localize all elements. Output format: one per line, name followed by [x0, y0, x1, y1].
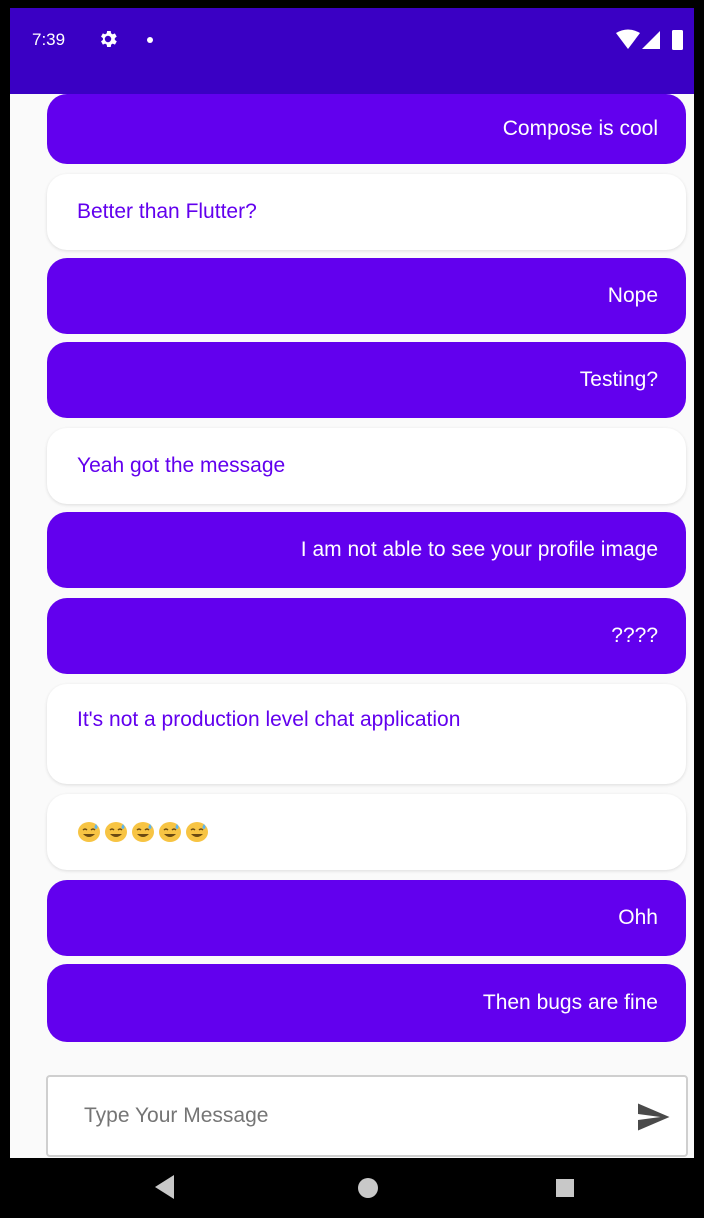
- message-bubble-sent: Ohh: [47, 880, 686, 956]
- wifi-icon: [616, 29, 640, 49]
- message-text: Nope: [607, 284, 658, 307]
- message-bubble-received: It's not a production level chat applica…: [47, 684, 686, 784]
- message-bubble-sent: Nope: [47, 258, 686, 334]
- message-bubble-sent: Testing?: [47, 342, 686, 418]
- message-bubble-sent: Compose is cool: [47, 94, 686, 164]
- emoji-message: [77, 821, 209, 843]
- sweat-smile-emoji-icon: [159, 822, 181, 842]
- notification-dot-icon: [147, 37, 153, 43]
- message-text: ????: [611, 624, 658, 647]
- message-bubble-sent: ????: [47, 598, 686, 674]
- sweat-smile-emoji-icon: [186, 822, 208, 842]
- gear-icon: [101, 31, 117, 47]
- message-bubble-received: Yeah got the message: [47, 428, 686, 504]
- message-text: Yeah got the message: [77, 454, 286, 477]
- message-text: Ohh: [618, 906, 658, 929]
- sweat-smile-emoji-icon: [105, 822, 127, 842]
- back-icon[interactable]: [154, 1174, 176, 1200]
- message-bubble-received: [47, 794, 686, 870]
- signal-icon: [642, 31, 660, 49]
- home-icon[interactable]: [358, 1178, 378, 1198]
- message-input[interactable]: [48, 1077, 608, 1155]
- message-text: Better than Flutter?: [77, 200, 257, 223]
- send-icon[interactable]: [634, 1099, 672, 1135]
- message-text: It's not a production level chat applica…: [77, 708, 461, 731]
- message-bubble-sent: Then bugs are fine: [47, 964, 686, 1042]
- battery-icon: [672, 30, 683, 50]
- sweat-smile-emoji-icon: [78, 822, 100, 842]
- status-time: 7:39: [32, 30, 66, 49]
- recents-icon[interactable]: [556, 1179, 574, 1197]
- sweat-smile-emoji-icon: [132, 822, 154, 842]
- message-text: Then bugs are fine: [482, 991, 658, 1014]
- message-bubble-received: Better than Flutter?: [47, 174, 686, 250]
- message-list[interactable]: Compose is cool Better than Flutter? Nop…: [10, 94, 694, 1074]
- system-status-icons: [616, 29, 683, 50]
- message-composer: [46, 1075, 688, 1157]
- phone-screen: 7:39 Compose is cool Better than Flutter…: [10, 8, 694, 1218]
- navigation-bar: [10, 1158, 694, 1218]
- status-bar: 7:39: [10, 8, 694, 94]
- message-text: Compose is cool: [502, 117, 658, 140]
- message-text: I am not able to see your profile image: [300, 538, 658, 561]
- message-text: Testing?: [579, 368, 658, 391]
- screen: 7:39 Compose is cool Better than Flutter…: [0, 0, 704, 1218]
- message-bubble-sent: I am not able to see your profile image: [47, 512, 686, 588]
